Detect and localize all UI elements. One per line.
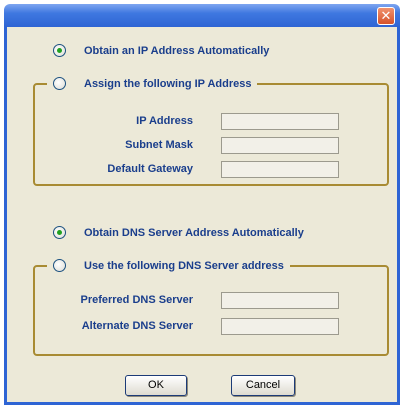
close-icon: ✕ [380, 8, 392, 23]
network-settings-dialog: ✕ Obtain an IP Address Automatically Ass… [0, 0, 402, 409]
radio-obtain-dns-auto[interactable]: Obtain DNS Server Address Automatically [53, 226, 304, 239]
subnet-mask-input[interactable] [221, 137, 339, 154]
radio-unselected-icon[interactable] [53, 259, 66, 272]
title-bar[interactable]: ✕ [4, 4, 400, 27]
default-gateway-label: Default Gateway [107, 163, 193, 175]
obtain-ip-auto-label: Obtain an IP Address Automatically [84, 44, 270, 57]
subnet-mask-label: Subnet Mask [125, 139, 193, 151]
ip-address-label: IP Address [136, 115, 193, 127]
default-gateway-input[interactable] [221, 161, 339, 178]
use-dns-label: Use the following DNS Server address [84, 259, 284, 272]
radio-selected-icon[interactable] [53, 226, 66, 239]
alternate-dns-label: Alternate DNS Server [81, 320, 193, 332]
preferred-dns-label: Preferred DNS Server [80, 294, 193, 306]
radio-assign-ip[interactable]: Assign the following IP Address [47, 77, 258, 90]
radio-obtain-ip-auto[interactable]: Obtain an IP Address Automatically [53, 44, 269, 57]
close-button[interactable]: ✕ [377, 7, 395, 25]
obtain-dns-auto-label: Obtain DNS Server Address Automatically [84, 226, 304, 239]
radio-unselected-icon[interactable] [53, 77, 66, 90]
preferred-dns-input[interactable] [221, 292, 339, 309]
alternate-dns-input[interactable] [221, 318, 339, 335]
ip-address-input[interactable] [221, 113, 339, 130]
radio-selected-icon[interactable] [53, 44, 66, 57]
dialog-body: Obtain an IP Address Automatically Assig… [4, 27, 400, 405]
ok-button[interactable]: OK [125, 375, 187, 396]
assign-ip-label: Assign the following IP Address [84, 77, 252, 90]
radio-use-dns[interactable]: Use the following DNS Server address [47, 259, 290, 272]
dns-server-group [33, 265, 389, 356]
cancel-button[interactable]: Cancel [231, 375, 295, 396]
